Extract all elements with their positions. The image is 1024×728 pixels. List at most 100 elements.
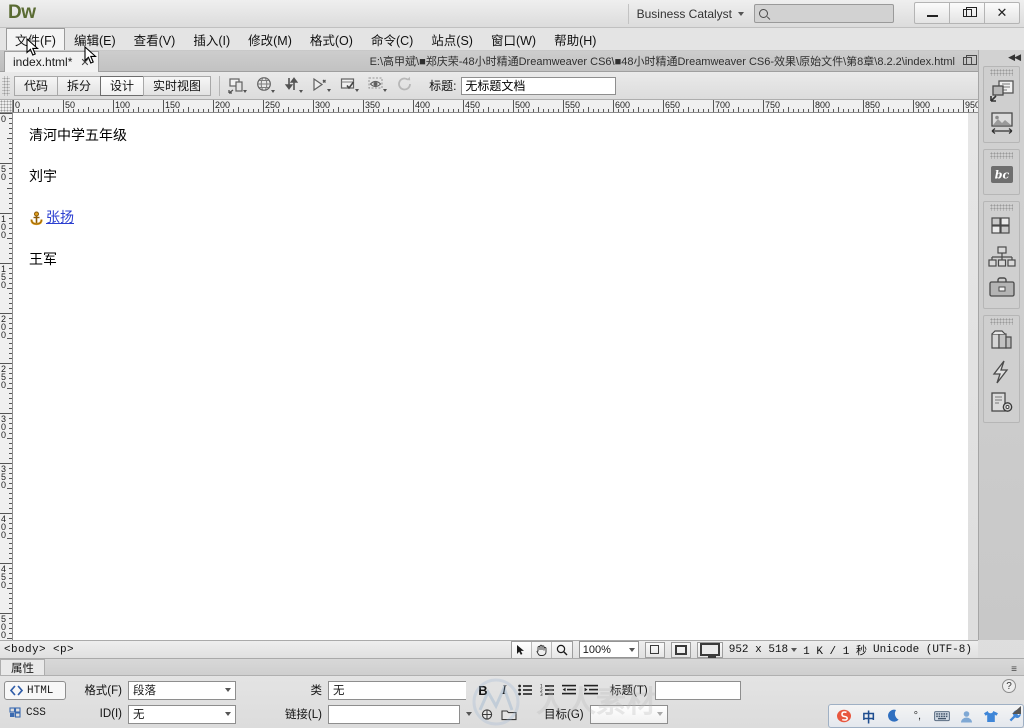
panel-drag-handle[interactable] xyxy=(990,69,1013,76)
view-button-2[interactable]: 设计 xyxy=(100,75,145,96)
css-mode-button[interactable]: CSS xyxy=(4,703,66,722)
document-paragraph[interactable]: 王军 xyxy=(29,251,952,269)
insert-panel-icon[interactable] xyxy=(985,77,1019,107)
close-button[interactable]: ✕ xyxy=(984,2,1020,24)
ruler-corner[interactable] xyxy=(0,100,13,113)
class-select[interactable]: 无 xyxy=(328,680,466,700)
panel-drag-handle[interactable] xyxy=(990,152,1013,159)
moon-icon[interactable] xyxy=(885,708,900,724)
server-behaviors-icon[interactable] xyxy=(985,388,1019,418)
named-anchor-icon[interactable] xyxy=(29,211,44,226)
business-catalyst-icon[interactable]: bc xyxy=(985,160,1019,190)
image-size-icon[interactable] xyxy=(985,108,1019,138)
large-window-icon[interactable] xyxy=(696,641,723,658)
menu-item-7[interactable]: 站点(S) xyxy=(422,28,482,51)
html-mode-button[interactable]: HTML xyxy=(4,681,66,700)
page-title-input[interactable] xyxy=(461,76,617,95)
point-to-file-icon[interactable] xyxy=(480,708,495,721)
minimize-button[interactable] xyxy=(914,2,950,24)
link-label: 链接(L) xyxy=(284,709,322,721)
select-tool-icon[interactable] xyxy=(511,641,532,658)
link-input[interactable] xyxy=(328,704,460,724)
zoom-tool-icon[interactable] xyxy=(551,641,572,658)
view-mode-buttons: 代码 拆分 设计 实时视图 xyxy=(14,75,212,96)
multiscreen-icon[interactable] xyxy=(228,76,248,95)
visual-aids-icon[interactable] xyxy=(340,76,360,95)
chevron-down-icon[interactable] xyxy=(791,647,798,652)
view-button-3[interactable]: 实时视图 xyxy=(143,75,212,96)
id-select[interactable]: 无 xyxy=(128,704,236,724)
keyboard-icon[interactable] xyxy=(934,708,950,724)
file-management-icon[interactable] xyxy=(284,76,304,95)
document-anchor-link[interactable]: 张扬 xyxy=(46,209,74,227)
menu-item-3[interactable]: 插入(I) xyxy=(184,28,239,51)
ruler-tick xyxy=(9,168,12,169)
italic-button[interactable]: I xyxy=(497,682,511,698)
design-view-canvas[interactable]: 清河中学五年级 刘宇张扬王军 xyxy=(13,113,968,640)
format-select[interactable]: 段落 xyxy=(128,680,236,700)
document-paragraph[interactable]: 张扬 xyxy=(29,209,952,227)
document-paragraph[interactable]: 刘宇 xyxy=(29,168,952,186)
menu-item-4[interactable]: 修改(M) xyxy=(239,28,301,51)
view-button-1[interactable]: 拆分 xyxy=(57,75,102,96)
bindings-icon[interactable] xyxy=(985,357,1019,387)
horizontal-ruler[interactable]: 0 50 100 150 200 250 300 350 400 450 500 550 600 650 7… xyxy=(0,100,978,113)
zoom-level-select[interactable]: 100% xyxy=(578,641,639,658)
restore-document-icon[interactable] xyxy=(963,55,977,65)
tab-properties[interactable]: 属性 xyxy=(0,659,45,675)
menu-item-2[interactable]: 查看(V) xyxy=(125,28,185,51)
panel-menu[interactable]: ≡ xyxy=(1011,664,1024,675)
target-select[interactable] xyxy=(589,704,668,724)
title-input[interactable] xyxy=(654,680,741,700)
menu-item-9[interactable]: 帮助(H) xyxy=(545,28,605,51)
help-button[interactable]: ? xyxy=(1002,679,1016,693)
preview-browser-icon[interactable] xyxy=(256,76,276,95)
window-dimensions[interactable]: 952 x 518 xyxy=(729,644,788,656)
tag-selector[interactable]: <body> <p> xyxy=(0,644,74,656)
menu-item-label: 修改(M) xyxy=(248,33,292,48)
panel-drag-handle[interactable] xyxy=(990,318,1013,325)
site-map-icon[interactable] xyxy=(985,243,1019,273)
unordered-list-icon[interactable] xyxy=(518,684,533,697)
medium-window-icon[interactable] xyxy=(670,641,691,658)
chevron-down-icon[interactable] xyxy=(466,712,472,716)
view-button-0[interactable]: 代码 xyxy=(14,75,59,96)
skin-icon[interactable] xyxy=(983,708,999,724)
databases-icon[interactable] xyxy=(985,326,1019,356)
bold-button[interactable]: B xyxy=(476,683,490,698)
restore-button[interactable] xyxy=(949,2,985,24)
menu-item-6[interactable]: 命令(C) xyxy=(362,28,422,51)
css-styles-icon[interactable] xyxy=(985,212,1019,242)
toolbar-drag-handle[interactable] xyxy=(2,75,10,96)
ordered-list-icon[interactable]: 1 2 3 xyxy=(540,683,555,697)
business-icon[interactable] xyxy=(985,274,1019,304)
hand-tool-icon[interactable] xyxy=(531,641,552,658)
ime-mode-chinese[interactable]: 中 xyxy=(861,708,876,725)
collapse-panels-icon[interactable]: ◀◀ xyxy=(1008,52,1021,63)
workspace-switcher[interactable]: Business Catalyst xyxy=(627,4,752,24)
panel-options-icon[interactable]: ≡ xyxy=(1011,664,1017,675)
indent-icon[interactable] xyxy=(584,684,599,697)
small-window-icon[interactable] xyxy=(644,641,665,658)
browse-folder-icon[interactable] xyxy=(501,708,517,721)
vertical-ruler[interactable]: 0 50 100 150 200 250 300 350 400 450 500 xyxy=(0,113,13,640)
search-input[interactable] xyxy=(771,6,881,21)
menu-item-8[interactable]: 窗口(W) xyxy=(482,28,545,51)
menu-item-0[interactable]: 文件(F) xyxy=(6,27,65,51)
refresh-icon[interactable] xyxy=(396,76,415,95)
ruler-tick xyxy=(678,109,679,112)
degree-icon[interactable]: °, xyxy=(910,708,925,724)
panel-drag-handle[interactable] xyxy=(990,204,1013,211)
close-icon[interactable]: ✕ xyxy=(80,56,89,69)
sogou-logo-icon[interactable] xyxy=(836,708,852,724)
code-navigation-icon[interactable] xyxy=(312,76,332,95)
user-icon[interactable] xyxy=(959,708,974,724)
document-tab-index-html[interactable]: index.html* ✕ xyxy=(4,51,99,72)
live-view-options-icon[interactable] xyxy=(368,76,388,95)
outdent-icon[interactable] xyxy=(562,684,577,697)
menu-item-5[interactable]: 格式(O) xyxy=(301,28,362,51)
search-box[interactable] xyxy=(754,4,894,23)
page-content[interactable]: 清河中学五年级 刘宇张扬王军 xyxy=(13,113,968,306)
document-paragraph[interactable]: 清河中学五年级 xyxy=(29,127,952,145)
menu-item-1[interactable]: 编辑(E) xyxy=(65,28,125,51)
